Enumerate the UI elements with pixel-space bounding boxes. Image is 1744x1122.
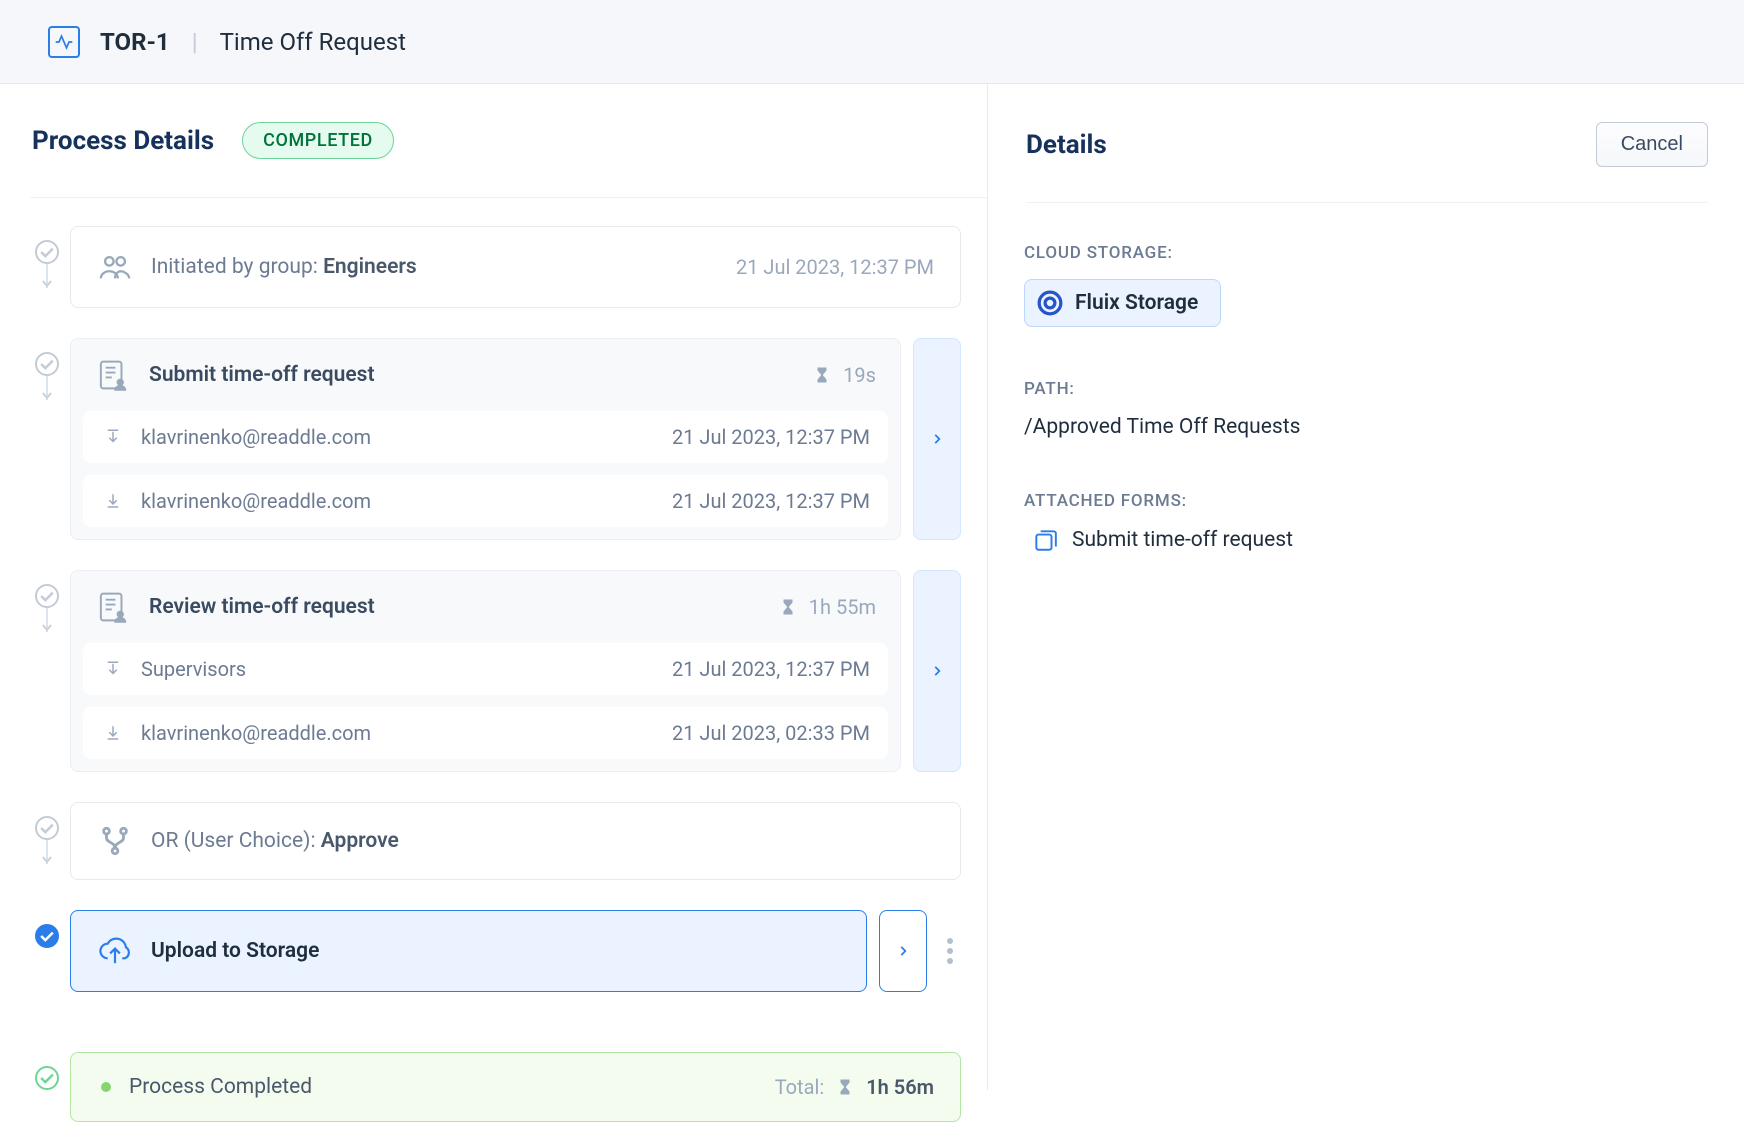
- or-choice-prefix: OR (User Choice):: [151, 829, 316, 853]
- download-icon: [101, 489, 125, 513]
- checkmark-icon: [35, 816, 59, 840]
- app-header: TOR-1 | Time Off Request: [0, 0, 1744, 84]
- status-dot-icon: [101, 1082, 111, 1092]
- step-review: Review time-off request 1h 55m Superviso…: [28, 570, 961, 802]
- review-user-row-2: klavrinenko@readdle.com 21 Jul 2023, 02:…: [83, 707, 888, 759]
- cloud-upload-icon: [97, 933, 133, 969]
- completed-card: Process Completed Total: 1h 56m: [70, 1052, 961, 1122]
- step-upload: Upload to Storage: [28, 910, 961, 1052]
- group-icon: [97, 249, 133, 285]
- download-icon: [101, 721, 125, 745]
- expand-submit-button[interactable]: [913, 338, 961, 540]
- process-title: Process Details: [32, 126, 214, 156]
- workflow-title: Time Off Request: [220, 28, 406, 56]
- step-initiated: Initiated by group: Engineers 21 Jul 202…: [28, 226, 961, 338]
- arrow-down-to-bar-icon: [101, 657, 125, 681]
- cloud-storage-label: CLOUD STORAGE:: [1024, 243, 1708, 263]
- workflow-icon: [48, 26, 80, 58]
- cancel-button[interactable]: Cancel: [1596, 122, 1708, 167]
- fluix-storage-icon: [1037, 290, 1063, 316]
- attached-form-link[interactable]: Submit time-off request: [1024, 527, 1708, 553]
- form-user-icon: [95, 589, 131, 625]
- or-choice-card: OR (User Choice): Approve: [70, 802, 961, 880]
- review-user-row-1: Supervisors 21 Jul 2023, 12:37 PM: [83, 643, 888, 695]
- submit-user-row-2: klavrinenko@readdle.com 21 Jul 2023, 12:…: [83, 475, 888, 527]
- submit-title: Submit time-off request: [149, 363, 813, 387]
- upload-title: Upload to Storage: [151, 939, 840, 963]
- completed-label: Process Completed: [129, 1075, 775, 1099]
- hourglass-icon: [779, 598, 797, 616]
- cloud-storage-chip[interactable]: Fluix Storage: [1024, 279, 1221, 327]
- submit-user-row-1: klavrinenko@readdle.com 21 Jul 2023, 12:…: [83, 411, 888, 463]
- process-panel: Process Details COMPLETED: [0, 84, 988, 1090]
- checkmark-icon: [35, 352, 59, 376]
- initiated-group: Engineers: [323, 255, 417, 279]
- review-duration: 1h 55m: [809, 595, 876, 619]
- total-label: Total:: [775, 1075, 825, 1099]
- status-badge: COMPLETED: [242, 122, 394, 159]
- initiated-time: 21 Jul 2023, 12:37 PM: [736, 255, 934, 279]
- review-title: Review time-off request: [149, 595, 779, 619]
- total-duration: 1h 56m: [866, 1075, 934, 1099]
- details-title: Details: [1026, 130, 1107, 160]
- attached-forms-label: ATTACHED FORMS:: [1024, 491, 1708, 511]
- initiated-card: Initiated by group: Engineers 21 Jul 202…: [70, 226, 961, 308]
- header-separator: |: [192, 28, 198, 56]
- upload-more-menu[interactable]: [939, 910, 961, 992]
- initiated-prefix: Initiated by group:: [151, 255, 318, 279]
- step-or-choice: OR (User Choice): Approve: [28, 802, 961, 910]
- upload-card[interactable]: Upload to Storage: [70, 910, 867, 992]
- branch-icon: [97, 823, 133, 859]
- checkmark-icon: [35, 584, 59, 608]
- step-submit: Submit time-off request 19s klavrinenko@…: [28, 338, 961, 570]
- checkmark-icon: [35, 240, 59, 264]
- or-choice-value: Approve: [321, 829, 399, 853]
- step-completed: Process Completed Total: 1h 56m: [28, 1052, 961, 1122]
- arrow-down-to-bar-icon: [101, 425, 125, 449]
- expand-upload-button[interactable]: [879, 910, 927, 992]
- form-user-icon: [95, 357, 131, 393]
- expand-review-button[interactable]: [913, 570, 961, 772]
- path-value: /Approved Time Off Requests: [1024, 415, 1708, 439]
- checkmark-icon: [35, 1066, 59, 1090]
- path-label: PATH:: [1024, 379, 1708, 399]
- submit-card[interactable]: Submit time-off request 19s klavrinenko@…: [70, 338, 901, 540]
- workflow-code: TOR-1: [100, 28, 170, 56]
- details-panel: Details Cancel CLOUD STORAGE: Fluix Stor…: [988, 84, 1744, 1090]
- hourglass-icon: [836, 1078, 854, 1096]
- submit-duration: 19s: [843, 363, 876, 387]
- review-card[interactable]: Review time-off request 1h 55m Superviso…: [70, 570, 901, 772]
- checkmark-filled-icon: [35, 924, 59, 948]
- form-stack-icon: [1032, 527, 1058, 553]
- hourglass-icon: [813, 366, 831, 384]
